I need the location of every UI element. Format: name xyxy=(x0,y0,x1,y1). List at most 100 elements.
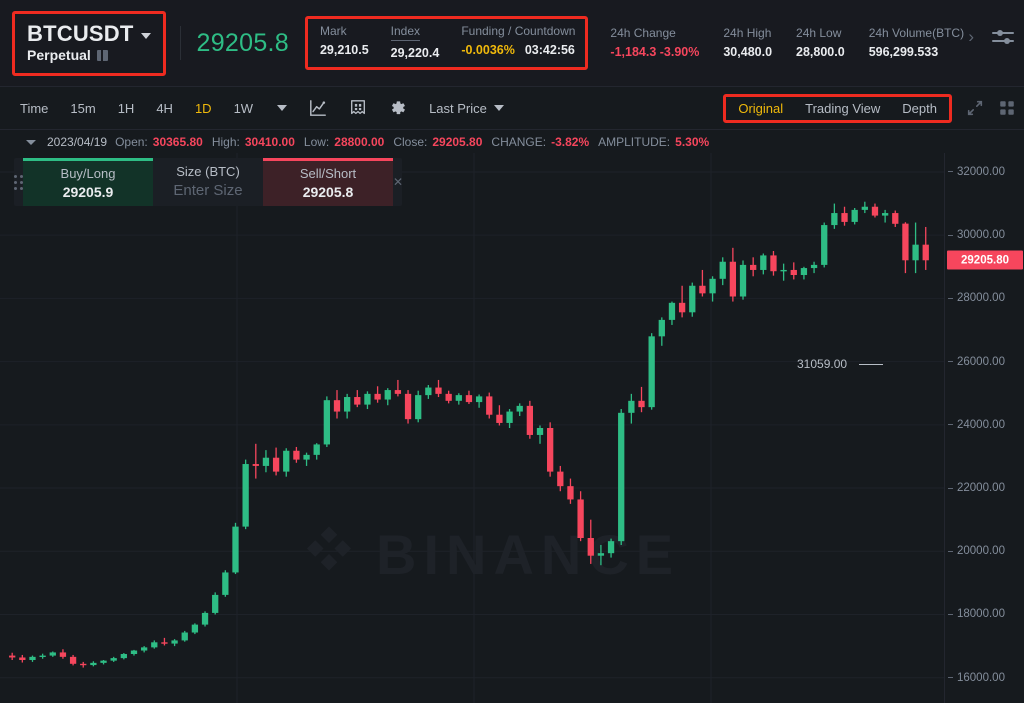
quick-trade-widget: Buy/Long 29205.9 Size (BTC) Enter Size S… xyxy=(14,158,402,206)
stat-label: 24h Low xyxy=(796,26,845,40)
high-annotation-leader xyxy=(859,364,883,365)
price-axis-tick-label: 20000.00 xyxy=(957,545,1005,557)
candle-template-icon[interactable] xyxy=(349,99,367,117)
line-chart-icon[interactable] xyxy=(309,99,327,117)
size-input-group[interactable]: Size (BTC) Enter Size xyxy=(153,158,263,206)
toolbar-right-controls: Original Trading View Depth xyxy=(723,94,1016,123)
tab-original[interactable]: Original xyxy=(738,101,783,116)
ohlc-close-label: Close: xyxy=(393,135,427,149)
interval-1w[interactable]: 1W xyxy=(232,98,256,119)
price-axis-tick: 18000.00 xyxy=(945,608,1024,620)
ohlc-low-label: Low: xyxy=(304,135,329,149)
ohlc-legend: 2023/04/19 Open: 30365.80 High: 30410.00… xyxy=(0,131,1024,153)
ohlc-date: 2023/04/19 xyxy=(47,135,107,149)
ohlc-open-label: Open: xyxy=(115,135,148,149)
price-type-selector[interactable]: Last Price xyxy=(429,101,504,116)
price-axis-tick-label: 32000.00 xyxy=(957,166,1005,178)
ohlc-open-value: 30365.80 xyxy=(153,135,203,149)
contract-type: Perpetual xyxy=(27,46,134,65)
buy-long-price: 29205.9 xyxy=(63,183,114,202)
stat-label: Index xyxy=(391,24,420,41)
ohlc-change-label: CHANGE: xyxy=(491,135,546,149)
chevron-down-icon xyxy=(494,105,504,111)
price-axis-tick-label: 18000.00 xyxy=(957,608,1005,620)
current-price-badge: 29205.80 xyxy=(947,251,1023,270)
interval-4h[interactable]: 4H xyxy=(154,98,175,119)
stat-value: 29,220.4 xyxy=(391,46,440,61)
price-axis-tick: 30000.00 xyxy=(945,229,1024,241)
price-axis-tick-label: 22000.00 xyxy=(957,482,1005,494)
tab-time[interactable]: Time xyxy=(18,98,50,119)
tab-trading-view[interactable]: Trading View xyxy=(805,101,880,116)
sell-short-price: 29205.8 xyxy=(303,183,354,202)
ohlc-high-label: High: xyxy=(212,135,240,149)
buy-long-label: Buy/Long xyxy=(61,165,116,183)
tab-depth[interactable]: Depth xyxy=(902,101,937,116)
chart-toolbar: Time 15m 1H 4H 1D 1W xyxy=(0,87,1024,130)
price-axis-tick: 24000.00 xyxy=(945,419,1024,431)
stat-24h-high: 24h High 30,480.0 xyxy=(723,26,772,60)
price-axis-tick: 28000.00 xyxy=(945,292,1024,304)
symbol-name: BTCUSDT xyxy=(27,21,134,46)
contract-type-label: Perpetual xyxy=(27,46,91,65)
funding-rate: -0.0036% xyxy=(461,43,515,58)
market-stats-group: 24h Change -1,184.3 -3.90% 24h High 30,4… xyxy=(610,26,964,60)
header-right-controls: › xyxy=(968,28,1014,45)
chevron-down-icon[interactable] xyxy=(277,105,287,111)
market-header: BTCUSDT Perpetual 29205.8 Mark 29,210.5 … xyxy=(0,0,1024,87)
symbol-selector[interactable]: BTCUSDT Perpetual xyxy=(12,11,166,76)
candlestick-chart[interactable]: BINANCE › 31059.0016320.00 xyxy=(0,153,944,703)
interval-1d[interactable]: 1D xyxy=(193,98,214,119)
interval-15m[interactable]: 15m xyxy=(68,98,97,119)
ohlc-amplitude-label: AMPLITUDE: xyxy=(598,135,670,149)
size-input[interactable]: Enter Size xyxy=(173,181,242,201)
drag-grip-icon[interactable] xyxy=(14,158,23,206)
price-axis-tick-label: 28000.00 xyxy=(957,292,1005,304)
ohlc-high-value: 30410.00 xyxy=(245,135,295,149)
ohlc-amplitude-value: 5.30% xyxy=(675,135,709,149)
price-axis-tick-label: 30000.00 xyxy=(957,229,1005,241)
buy-long-button[interactable]: Buy/Long 29205.9 xyxy=(23,158,153,206)
price-axis-tick-label: 16000.00 xyxy=(957,672,1005,684)
sell-short-button[interactable]: Sell/Short 29205.8 xyxy=(263,158,393,206)
sell-short-label: Sell/Short xyxy=(300,165,356,183)
stat-label: 24h Volume(BTC) xyxy=(869,26,964,40)
stat-value: 29,210.5 xyxy=(320,43,369,58)
expand-arrows-icon[interactable] xyxy=(966,99,984,117)
stat-label: 24h High xyxy=(723,26,772,40)
stat-mark: Mark 29,210.5 xyxy=(320,24,369,61)
grid-layout-icon[interactable] xyxy=(998,99,1016,117)
ohlc-close-value: 29205.80 xyxy=(432,135,482,149)
stat-value: 28,800.0 xyxy=(796,45,845,60)
price-axis-tick: 16000.00 xyxy=(945,672,1024,684)
last-price-value: 29205.8 xyxy=(197,29,289,58)
stat-24h-volume: 24h Volume(BTC) 596,299.533 xyxy=(869,26,964,60)
triangle-down-icon[interactable] xyxy=(26,140,36,145)
stat-label: Funding / Countdown xyxy=(461,24,575,38)
high-annotation: 31059.00 xyxy=(797,357,847,371)
candle-series xyxy=(0,153,944,703)
stat-24h-low: 24h Low 28,800.0 xyxy=(796,26,845,60)
sliders-icon[interactable] xyxy=(992,29,1014,45)
stat-label: Mark xyxy=(320,24,369,38)
stat-index[interactable]: Index 29,220.4 xyxy=(391,24,440,61)
size-label: Size (BTC) xyxy=(176,163,240,181)
ohlc-change-value: -3.82% xyxy=(551,135,589,149)
mark-index-funding-group: Mark 29,210.5 Index 29,220.4 Funding / C… xyxy=(305,16,588,70)
close-icon[interactable]: ✕ xyxy=(393,158,403,206)
stat-24h-change: 24h Change -1,184.3 -3.90% xyxy=(610,26,699,60)
funding-countdown: 03:42:56 xyxy=(525,43,575,58)
chevron-down-icon[interactable] xyxy=(141,33,151,39)
price-axis-tick: 26000.00 xyxy=(945,356,1024,368)
price-axis-tick: 32000.00 xyxy=(945,166,1024,178)
chevron-right-icon[interactable]: › xyxy=(968,28,974,45)
interval-1h[interactable]: 1H xyxy=(116,98,137,119)
price-axis[interactable]: 16000.00 18000.00 20000.00 22000.00 24000.00… xyxy=(944,153,1024,703)
price-axis-tick-label: 26000.00 xyxy=(957,356,1005,368)
stat-value: -1,184.3 -3.90% xyxy=(610,45,699,60)
gear-icon[interactable] xyxy=(389,99,407,117)
header-divider xyxy=(180,26,181,60)
price-axis-tick: 20000.00 xyxy=(945,545,1024,557)
book-icon xyxy=(97,50,108,61)
trading-page: BTCUSDT Perpetual 29205.8 Mark 29,210.5 … xyxy=(0,0,1024,703)
